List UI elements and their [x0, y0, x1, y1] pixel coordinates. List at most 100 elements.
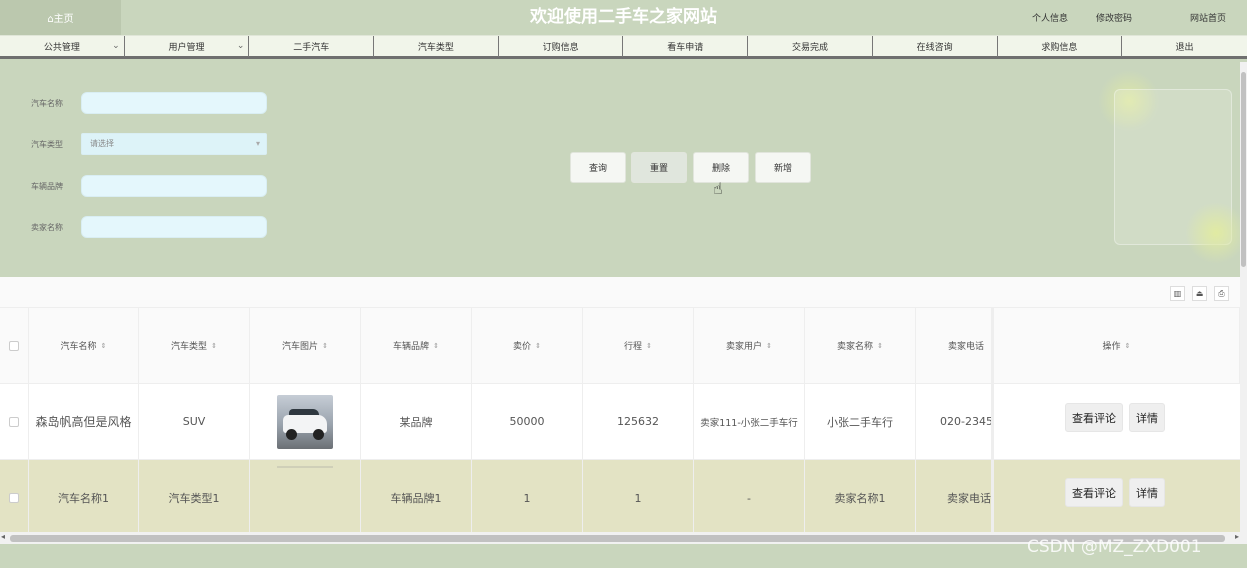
nav-label: 二手汽车 [293, 43, 330, 53]
car-thumbnail[interactable] [277, 394, 333, 449]
car-image-cell [250, 384, 361, 459]
car-wheel [313, 428, 324, 440]
vertical-scroll-thumb[interactable] [1241, 72, 1246, 267]
nav-logout[interactable]: 退出 [1122, 36, 1247, 57]
phone-cell: 卖家电话 [916, 460, 992, 532]
table-row[interactable]: 森岛帆高但是风格 SUV 某品牌 50000 125632 卖家111-小张二手… [0, 384, 1240, 460]
sort-icon: ⇕ [535, 341, 541, 350]
nav-orders[interactable]: 订购信息 [499, 36, 624, 57]
col-car-type[interactable]: 汽车类型 ⇕ [139, 308, 250, 383]
car-type-placeholder: 请选择 [90, 139, 114, 148]
nav-used-cars[interactable]: 二手汽车 [249, 36, 375, 57]
car-name-cell: 森岛帆高但是风格 [29, 384, 139, 459]
col-price[interactable]: 卖价 ⇕ [472, 308, 583, 383]
brand-label: 车辆品牌 [31, 182, 63, 191]
column-label: 汽车类型 [171, 342, 208, 352]
col-car-name[interactable]: 汽车名称 ⇕ [29, 308, 139, 383]
col-phone[interactable]: 卖家电话 [916, 308, 992, 383]
nav-completed-deals[interactable]: 交易完成 [748, 36, 873, 57]
car-name-label: 汽车名称 [31, 99, 63, 108]
brand-input[interactable] [81, 175, 267, 197]
profile-link[interactable]: 个人信息 [1032, 11, 1068, 24]
car-name-cell: 汽车名称1 [29, 460, 139, 532]
column-label: 卖价 [513, 342, 532, 352]
col-actions[interactable]: 操作 ⇕ [992, 308, 1240, 383]
detail-button[interactable]: 详情 [1129, 403, 1165, 432]
add-button[interactable]: 新增 [755, 152, 811, 183]
car-type-cell: 汽车类型1 [139, 460, 250, 532]
seller-user-cell: - [694, 460, 805, 532]
hand-cursor-icon: ☝ [713, 179, 723, 198]
seller-name-cell: 小张二手车行 [805, 384, 916, 459]
chevron-down-icon: ⌄ [112, 41, 120, 51]
seller-user-cell: 卖家111-小张二手车行 [694, 384, 805, 459]
car-type-label: 汽车类型 [31, 140, 63, 149]
sort-icon: ⇕ [322, 341, 328, 350]
site-home-link[interactable]: 网站首页 [1190, 11, 1226, 24]
nav-viewing-requests[interactable]: 看车申请 [623, 36, 749, 57]
row-checkbox[interactable] [9, 416, 19, 427]
watermark: CSDN @MZ_ZXD001 [1027, 537, 1202, 557]
decorative-blob [1185, 202, 1247, 264]
car-type-cell: SUV [139, 384, 250, 459]
brand-cell: 某品牌 [361, 384, 472, 459]
vertical-scrollbar[interactable] [1240, 62, 1247, 544]
col-brand[interactable]: 车辆品牌 ⇕ [361, 308, 472, 383]
top-header: ⌂主页 欢迎使用二手车之家网站 个人信息 修改密码 网站首页 [0, 0, 1247, 35]
col-seller-user[interactable]: 卖家用户 ⇕ [694, 308, 805, 383]
main-nav: 公共管理 ⌄ 用户管理 ⌄ 二手汽车 汽车类型 订购信息 看车申请 交易完成 在线咨… [0, 35, 1247, 59]
sort-icon: ⇕ [1124, 341, 1131, 350]
print-icon[interactable]: ⎙ [1214, 286, 1229, 301]
detail-button[interactable]: 详情 [1129, 478, 1165, 507]
select-all-checkbox[interactable] [9, 340, 19, 351]
actions-cell: 查看评论 详情 [992, 460, 1240, 532]
col-mileage[interactable]: 行程 ⇕ [583, 308, 694, 383]
price-cell: 1 [472, 460, 583, 532]
car-name-input[interactable] [81, 92, 267, 114]
seller-name-cell: 卖家名称1 [805, 460, 916, 532]
scroll-left-icon[interactable]: ◂ [1, 532, 5, 541]
sort-icon: ⇕ [646, 341, 652, 350]
car-image-cell [250, 460, 361, 532]
car-table: ▥ ⏏ ⎙ 汽车名称 ⇕ 汽车类型 ⇕ 汽车图片 ⇕ 车辆品牌 ⇕ 卖价 ⇕ 行程 ⇕ 卖家… [0, 277, 1240, 532]
column-label: 行程 [624, 342, 643, 352]
seller-name-input[interactable] [81, 216, 267, 238]
scroll-right-icon[interactable]: ▸ [1235, 532, 1239, 541]
sort-icon: ⇕ [877, 341, 883, 350]
nav-online-consult[interactable]: 在线咨询 [873, 36, 998, 57]
column-label: 卖家用户 [726, 342, 763, 352]
nav-user-management[interactable]: 用户管理 ⌄ [125, 36, 250, 57]
home-button[interactable]: ⌂主页 [0, 0, 121, 35]
view-comments-button[interactable]: 查看评论 [1065, 478, 1123, 507]
view-comments-button[interactable]: 查看评论 [1065, 403, 1123, 432]
sort-icon: ⇕ [766, 341, 772, 350]
columns-icon[interactable]: ▥ [1170, 286, 1185, 301]
column-label: 操作 [1102, 342, 1121, 352]
phone-cell: 020-23456 [916, 384, 992, 459]
nav-label: 汽车类型 [417, 43, 454, 53]
chevron-down-icon: ▾ [255, 139, 260, 148]
sort-icon: ⇕ [100, 341, 107, 350]
select-all-cell [0, 308, 29, 383]
mileage-cell: 1 [583, 460, 694, 532]
col-car-image[interactable]: 汽车图片 ⇕ [250, 308, 361, 383]
change-password-link[interactable]: 修改密码 [1096, 11, 1132, 24]
brand-cell: 车辆品牌1 [361, 460, 472, 532]
nav-public-management[interactable]: 公共管理 ⌄ [0, 36, 125, 57]
nav-label: 退出 [1175, 43, 1194, 53]
table-row[interactable]: 汽车名称1 汽车类型1 车辆品牌1 1 1 - 卖家名称1 卖家电话 查看评论 … [0, 460, 1240, 532]
col-seller-name[interactable]: 卖家名称 ⇕ [805, 308, 916, 383]
reset-button[interactable]: 重置 [631, 152, 687, 183]
nav-label: 公共管理 [43, 43, 80, 53]
nav-label: 在线咨询 [916, 43, 953, 53]
search-button[interactable]: 查询 [570, 152, 626, 183]
row-select-cell [0, 384, 29, 459]
car-type-select[interactable]: 请选择 ▾ [81, 133, 267, 155]
row-select-cell [0, 460, 29, 532]
nav-purchase-requests[interactable]: 求购信息 [998, 36, 1123, 57]
nav-label: 看车申请 [667, 43, 704, 53]
row-checkbox[interactable] [9, 493, 19, 503]
export-icon[interactable]: ⏏ [1192, 286, 1207, 301]
nav-car-types[interactable]: 汽车类型 [374, 36, 499, 57]
sort-icon: ⇕ [433, 341, 439, 350]
